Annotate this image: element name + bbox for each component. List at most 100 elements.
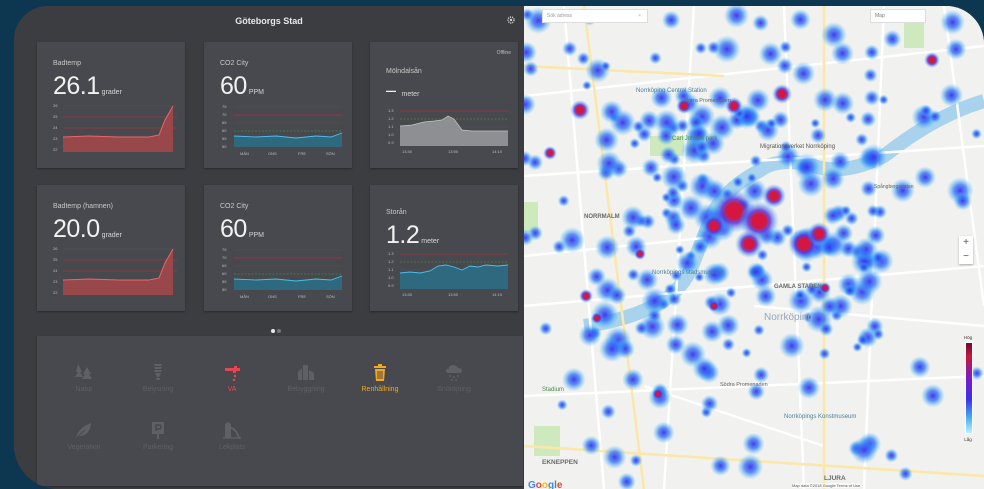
sensor-card-storan[interactable]: Storån 1.2 meter 1.3 1.2 1.1 1.0 0.9 13:3… xyxy=(370,185,518,311)
heat-point xyxy=(666,313,689,337)
heat-point xyxy=(661,10,681,30)
category-vegetation[interactable]: Vegetation xyxy=(47,420,121,451)
sensor-chart: 26 25 24 23 22 xyxy=(53,246,177,295)
heat-hotspot xyxy=(591,312,603,324)
heat-point xyxy=(742,432,765,455)
y-tick: 1.2 xyxy=(388,116,394,121)
heat-point xyxy=(855,132,869,147)
heat-point xyxy=(732,176,744,188)
page-dot-1[interactable] xyxy=(271,329,275,333)
heat-hotspot xyxy=(772,84,792,104)
category-snorojning[interactable]: Snöröjning xyxy=(417,362,491,393)
offline-badge: Offline xyxy=(496,50,511,56)
map-label: GAMLA STADEN xyxy=(774,284,822,290)
heat-point xyxy=(850,436,878,464)
heat-point xyxy=(621,205,646,230)
category-label: Belysning xyxy=(142,386,174,393)
heat-point xyxy=(789,9,811,30)
category-renhallning[interactable]: Renhållning xyxy=(343,362,417,393)
heat-point xyxy=(883,29,902,49)
heat-point xyxy=(596,150,622,177)
heat-point xyxy=(898,466,913,481)
heat-point xyxy=(629,138,641,149)
leaf-icon xyxy=(76,423,91,438)
sensor-card-molndalsan[interactable]: Offline Mölndalsån – meter 1.3 1.2 1.1 1.… xyxy=(370,42,518,168)
heat-point xyxy=(649,51,662,65)
y-tick: 1.1 xyxy=(388,124,394,129)
sensor-card-badtemp-hamnen[interactable]: Badtemp (hamnen) 20.0 grader 26 25 24 23 … xyxy=(37,185,185,311)
sensor-chart: 75 70 65 60 55 50 MÅN ONS FRE SÖN xyxy=(222,247,343,299)
heat-point xyxy=(794,289,806,301)
heat-point xyxy=(594,127,620,153)
heat-point xyxy=(581,435,602,456)
map-label: LJURA xyxy=(824,475,846,482)
zoom-out-button[interactable]: − xyxy=(959,250,973,264)
y-tick: 24 xyxy=(53,125,58,130)
map-search-input[interactable]: Sök adress × xyxy=(542,9,648,23)
map-label: Norrköpings stadsmuseum xyxy=(652,270,723,276)
page-dot-2[interactable] xyxy=(277,329,281,333)
heat-point xyxy=(737,453,764,480)
heatmap-map[interactable]: Norrköping Central Station Carl Johans p… xyxy=(514,6,984,489)
card-title: Mölndalsån xyxy=(386,68,422,75)
map-label: Norrköping Central Station xyxy=(636,88,707,94)
category-label: Natur xyxy=(75,386,93,393)
category-parkering[interactable]: Parkering xyxy=(121,420,195,451)
heat-point xyxy=(634,321,649,336)
zoom-in-button[interactable]: + xyxy=(959,236,973,250)
heat-point xyxy=(809,127,827,144)
heat-point xyxy=(921,383,945,408)
sensor-card-co2-city[interactable]: CO2 City 60 PPM 75 70 65 60 55 50 MÅN ONS… xyxy=(204,42,352,168)
heat-point xyxy=(749,154,762,168)
y-tick: 23 xyxy=(53,279,58,284)
category-natur[interactable]: Natur xyxy=(47,362,121,393)
heat-point xyxy=(866,204,880,218)
heat-point xyxy=(607,286,627,305)
park-area xyxy=(534,426,560,456)
sensor-card-badtemp[interactable]: Badtemp 26.1 grader 26 25 24 23 22 xyxy=(37,42,185,168)
heat-point xyxy=(641,287,669,315)
y-tick: 60 xyxy=(222,128,227,133)
map-label: EKNEPPEN xyxy=(542,459,578,466)
heat-point xyxy=(765,117,778,129)
category-bebyggning[interactable]: Bebyggning xyxy=(269,362,343,393)
heat-point xyxy=(752,366,770,383)
y-tick: 22 xyxy=(53,290,58,295)
card-value: 1.2 meter xyxy=(386,221,440,249)
card-unit: meter xyxy=(401,91,420,98)
heat-point xyxy=(758,41,783,66)
card-title: Badtemp xyxy=(53,60,82,67)
heat-point xyxy=(909,356,931,378)
heat-point xyxy=(914,166,937,189)
app-title: Göteborgs Stad xyxy=(235,16,303,26)
heat-point xyxy=(629,454,643,467)
trash-icon xyxy=(374,364,386,381)
heat-point xyxy=(692,238,709,255)
card-value: 60 PPM xyxy=(220,72,264,100)
close-icon[interactable]: × xyxy=(638,10,641,22)
gear-icon[interactable] xyxy=(506,15,516,25)
x-tick: SÖN xyxy=(326,151,335,156)
card-unit: meter xyxy=(421,238,440,245)
y-tick: 1.3 xyxy=(388,251,394,256)
map-type-select[interactable]: Map xyxy=(870,9,926,23)
heat-point xyxy=(819,296,840,317)
x-tick: SÖN xyxy=(326,294,335,299)
category-belysning[interactable]: Belysning xyxy=(121,362,195,393)
heat-point xyxy=(878,94,889,105)
map-canvas[interactable]: Norrköping Central Station Carl Johans p… xyxy=(514,6,984,489)
parking-icon xyxy=(152,422,164,439)
heat-point xyxy=(665,185,681,200)
x-tick: 13:50 xyxy=(448,149,459,154)
sensor-card-co2-city-2[interactable]: CO2 City 60 PPM 75 70 65 60 55 50 MÅN ONS… xyxy=(204,185,352,311)
category-lekplats[interactable]: Lekplats xyxy=(195,420,269,451)
category-va[interactable]: VA xyxy=(195,362,269,393)
heat-point xyxy=(753,324,765,336)
heat-point xyxy=(919,104,933,117)
heat-point xyxy=(953,191,973,211)
heat-point xyxy=(559,227,586,254)
card-unit: grader xyxy=(101,89,122,96)
heat-point xyxy=(818,321,834,337)
heat-point xyxy=(576,51,591,66)
y-tick: 75 xyxy=(222,104,227,109)
